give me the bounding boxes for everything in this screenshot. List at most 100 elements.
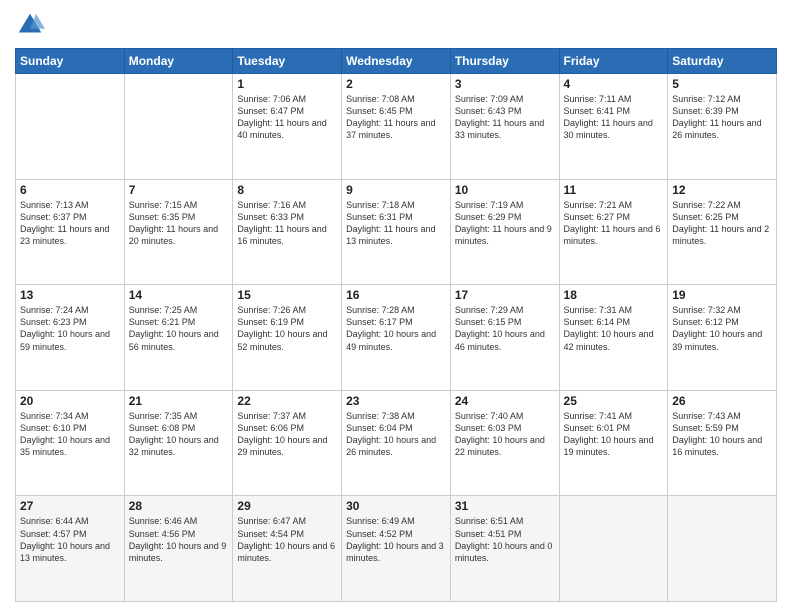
calendar-cell: 21 Sunrise: 7:35 AM Sunset: 6:08 PM Dayli… [124, 390, 233, 496]
calendar-header: SundayMondayTuesdayWednesdayThursdayFrid… [16, 49, 777, 74]
calendar-cell: 12 Sunrise: 7:22 AM Sunset: 6:25 PM Dayli… [668, 179, 777, 285]
calendar-cell: 7 Sunrise: 7:15 AM Sunset: 6:35 PM Daylig… [124, 179, 233, 285]
day-detail: Sunrise: 7:08 AM Sunset: 6:45 PM Dayligh… [346, 93, 446, 142]
day-number: 8 [237, 183, 337, 197]
day-detail: Sunrise: 7:18 AM Sunset: 6:31 PM Dayligh… [346, 199, 446, 248]
day-detail: Sunrise: 7:16 AM Sunset: 6:33 PM Dayligh… [237, 199, 337, 248]
calendar-cell: 15 Sunrise: 7:26 AM Sunset: 6:19 PM Dayli… [233, 285, 342, 391]
day-number: 1 [237, 77, 337, 91]
calendar-cell [124, 74, 233, 180]
day-number: 29 [237, 499, 337, 513]
calendar-cell: 31 Sunrise: 6:51 AM Sunset: 4:51 PM Dayli… [450, 496, 559, 602]
logo-icon [15, 10, 45, 40]
calendar-cell: 20Sunrise: 7:34 AM Sunset: 6:10 PM Dayli… [16, 390, 125, 496]
day-number: 25 [564, 394, 664, 408]
week-row-4: 20Sunrise: 7:34 AM Sunset: 6:10 PM Dayli… [16, 390, 777, 496]
calendar-cell: 10 Sunrise: 7:19 AM Sunset: 6:29 PM Dayli… [450, 179, 559, 285]
calendar-cell: 2 Sunrise: 7:08 AM Sunset: 6:45 PM Daylig… [342, 74, 451, 180]
calendar-cell [668, 496, 777, 602]
day-number: 14 [129, 288, 229, 302]
day-detail: Sunrise: 7:15 AM Sunset: 6:35 PM Dayligh… [129, 199, 229, 248]
week-row-3: 13 Sunrise: 7:24 AM Sunset: 6:23 PM Dayli… [16, 285, 777, 391]
calendar-cell: 11 Sunrise: 7:21 AM Sunset: 6:27 PM Dayli… [559, 179, 668, 285]
day-detail: Sunrise: 7:12 AM Sunset: 6:39 PM Dayligh… [672, 93, 772, 142]
calendar-cell [16, 74, 125, 180]
day-number: 6 [20, 183, 120, 197]
day-detail: Sunrise: 7:43 AM Sunset: 5:59 PM Dayligh… [672, 410, 772, 459]
day-detail: Sunrise: 7:35 AM Sunset: 6:08 PM Dayligh… [129, 410, 229, 459]
day-number: 31 [455, 499, 555, 513]
weekday-header-thursday: Thursday [450, 49, 559, 74]
day-detail: Sunrise: 7:37 AM Sunset: 6:06 PM Dayligh… [237, 410, 337, 459]
day-detail: Sunrise: 7:24 AM Sunset: 6:23 PM Dayligh… [20, 304, 120, 353]
day-number: 11 [564, 183, 664, 197]
calendar-cell: 28Sunrise: 6:46 AM Sunset: 4:56 PM Dayli… [124, 496, 233, 602]
calendar-cell: 19 Sunrise: 7:32 AM Sunset: 6:12 PM Dayli… [668, 285, 777, 391]
day-detail: Sunrise: 7:31 AM Sunset: 6:14 PM Dayligh… [564, 304, 664, 353]
day-number: 21 [129, 394, 229, 408]
day-detail: Sunrise: 7:34 AM Sunset: 6:10 PM Dayligh… [20, 410, 120, 459]
weekday-header-saturday: Saturday [668, 49, 777, 74]
calendar-cell: 13 Sunrise: 7:24 AM Sunset: 6:23 PM Dayli… [16, 285, 125, 391]
day-number: 19 [672, 288, 772, 302]
day-number: 2 [346, 77, 446, 91]
calendar-cell: 25 Sunrise: 7:41 AM Sunset: 6:01 PM Dayli… [559, 390, 668, 496]
day-number: 7 [129, 183, 229, 197]
header [15, 10, 777, 40]
day-number: 10 [455, 183, 555, 197]
day-detail: Sunrise: 7:22 AM Sunset: 6:25 PM Dayligh… [672, 199, 772, 248]
weekday-header-wednesday: Wednesday [342, 49, 451, 74]
day-detail: Sunrise: 7:25 AM Sunset: 6:21 PM Dayligh… [129, 304, 229, 353]
calendar-table: SundayMondayTuesdayWednesdayThursdayFrid… [15, 48, 777, 602]
day-detail: Sunrise: 7:06 AM Sunset: 6:47 PM Dayligh… [237, 93, 337, 142]
day-number: 16 [346, 288, 446, 302]
day-number: 28 [129, 499, 229, 513]
day-detail: Sunrise: 7:41 AM Sunset: 6:01 PM Dayligh… [564, 410, 664, 459]
calendar-cell: 6Sunrise: 7:13 AM Sunset: 6:37 PM Daylig… [16, 179, 125, 285]
calendar-cell: 1 Sunrise: 7:06 AM Sunset: 6:47 PM Daylig… [233, 74, 342, 180]
day-number: 24 [455, 394, 555, 408]
calendar-cell [559, 496, 668, 602]
calendar-cell: 5 Sunrise: 7:12 AM Sunset: 6:39 PM Daylig… [668, 74, 777, 180]
day-detail: Sunrise: 7:29 AM Sunset: 6:15 PM Dayligh… [455, 304, 555, 353]
day-detail: Sunrise: 7:28 AM Sunset: 6:17 PM Dayligh… [346, 304, 446, 353]
day-detail: Sunrise: 6:51 AM Sunset: 4:51 PM Dayligh… [455, 515, 555, 564]
calendar-cell: 9Sunrise: 7:18 AM Sunset: 6:31 PM Daylig… [342, 179, 451, 285]
day-number: 27 [20, 499, 120, 513]
weekday-header-friday: Friday [559, 49, 668, 74]
day-detail: Sunrise: 7:09 AM Sunset: 6:43 PM Dayligh… [455, 93, 555, 142]
day-number: 18 [564, 288, 664, 302]
calendar-cell: 26 Sunrise: 7:43 AM Sunset: 5:59 PM Dayli… [668, 390, 777, 496]
day-detail: Sunrise: 7:38 AM Sunset: 6:04 PM Dayligh… [346, 410, 446, 459]
day-number: 26 [672, 394, 772, 408]
day-detail: Sunrise: 6:49 AM Sunset: 4:52 PM Dayligh… [346, 515, 446, 564]
calendar-cell: 16 Sunrise: 7:28 AM Sunset: 6:17 PM Dayli… [342, 285, 451, 391]
week-row-1: 1 Sunrise: 7:06 AM Sunset: 6:47 PM Daylig… [16, 74, 777, 180]
day-number: 5 [672, 77, 772, 91]
day-number: 17 [455, 288, 555, 302]
week-row-5: 27 Sunrise: 6:44 AM Sunset: 4:57 PM Dayli… [16, 496, 777, 602]
day-detail: Sunrise: 7:19 AM Sunset: 6:29 PM Dayligh… [455, 199, 555, 248]
day-detail: Sunrise: 7:32 AM Sunset: 6:12 PM Dayligh… [672, 304, 772, 353]
weekday-header-tuesday: Tuesday [233, 49, 342, 74]
day-number: 15 [237, 288, 337, 302]
calendar-cell: 23Sunrise: 7:38 AM Sunset: 6:04 PM Dayli… [342, 390, 451, 496]
day-detail: Sunrise: 7:40 AM Sunset: 6:03 PM Dayligh… [455, 410, 555, 459]
calendar-cell: 4Sunrise: 7:11 AM Sunset: 6:41 PM Daylig… [559, 74, 668, 180]
day-detail: Sunrise: 7:26 AM Sunset: 6:19 PM Dayligh… [237, 304, 337, 353]
day-detail: Sunrise: 6:44 AM Sunset: 4:57 PM Dayligh… [20, 515, 120, 564]
weekday-header-monday: Monday [124, 49, 233, 74]
day-number: 12 [672, 183, 772, 197]
day-number: 13 [20, 288, 120, 302]
day-detail: Sunrise: 7:21 AM Sunset: 6:27 PM Dayligh… [564, 199, 664, 248]
calendar-cell: 27 Sunrise: 6:44 AM Sunset: 4:57 PM Dayli… [16, 496, 125, 602]
calendar-cell: 22Sunrise: 7:37 AM Sunset: 6:06 PM Dayli… [233, 390, 342, 496]
page: SundayMondayTuesdayWednesdayThursdayFrid… [0, 0, 792, 612]
week-row-2: 6Sunrise: 7:13 AM Sunset: 6:37 PM Daylig… [16, 179, 777, 285]
weekday-header-sunday: Sunday [16, 49, 125, 74]
calendar-cell: 8 Sunrise: 7:16 AM Sunset: 6:33 PM Daylig… [233, 179, 342, 285]
day-detail: Sunrise: 7:11 AM Sunset: 6:41 PM Dayligh… [564, 93, 664, 142]
calendar-body: 1 Sunrise: 7:06 AM Sunset: 6:47 PM Daylig… [16, 74, 777, 602]
calendar-cell: 17 Sunrise: 7:29 AM Sunset: 6:15 PM Dayli… [450, 285, 559, 391]
calendar-cell: 3Sunrise: 7:09 AM Sunset: 6:43 PM Daylig… [450, 74, 559, 180]
